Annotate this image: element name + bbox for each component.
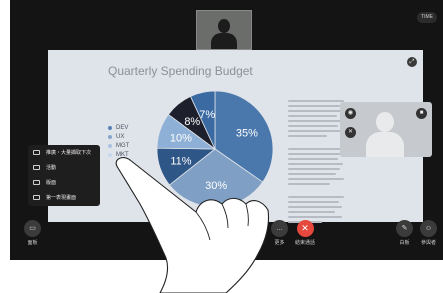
hand-gesture-illustration (115, 157, 270, 293)
